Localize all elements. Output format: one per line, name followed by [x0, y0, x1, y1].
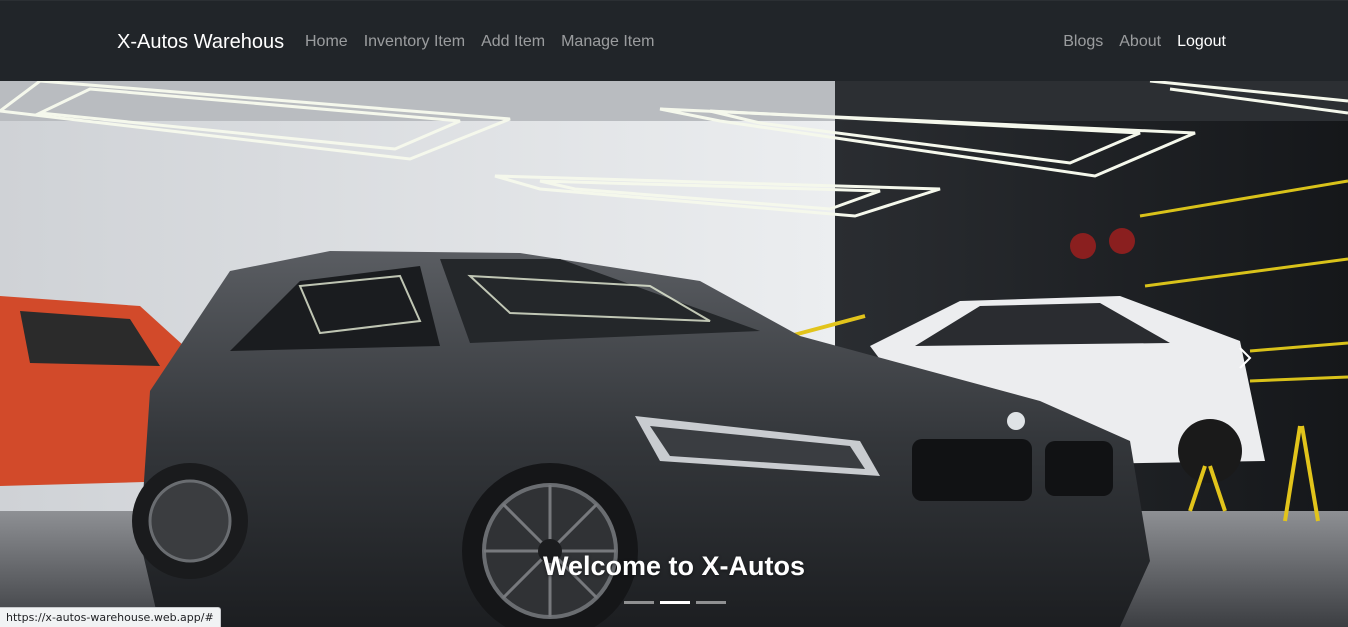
garage-car-image [0, 81, 1348, 627]
logout-link[interactable]: Logout [1177, 32, 1226, 52]
top-navbar: X-Autos Warehous Home Inventory Item Add… [0, 0, 1348, 81]
secondary-nav: Blogs About Logout [1063, 32, 1226, 52]
hero-carousel: Welcome to X-Autos [0, 81, 1348, 627]
brand-link[interactable]: X-Autos Warehous [117, 30, 284, 54]
nav-blogs-link[interactable]: Blogs [1063, 32, 1103, 52]
nav-manage-item-link[interactable]: Manage Item [561, 32, 654, 52]
carousel-indicator-3[interactable] [696, 601, 726, 604]
carousel-indicators [624, 601, 726, 604]
nav-add-item-link[interactable]: Add Item [481, 32, 545, 52]
chevron-right-icon [1239, 347, 1252, 369]
carousel-caption: Welcome to X-Autos [542, 551, 806, 581]
carousel-indicator-2[interactable] [660, 601, 690, 604]
primary-nav: Home Inventory Item Add Item Manage Item [305, 32, 654, 52]
nav-inventory-item-link[interactable]: Inventory Item [364, 32, 465, 52]
status-bar-url: https://x-autos-warehouse.web.app/# [0, 607, 221, 627]
nav-home-link[interactable]: Home [305, 32, 348, 52]
carousel-indicator-1[interactable] [624, 601, 654, 604]
carousel-next-button[interactable] [1234, 343, 1256, 373]
nav-about-link[interactable]: About [1119, 32, 1161, 52]
